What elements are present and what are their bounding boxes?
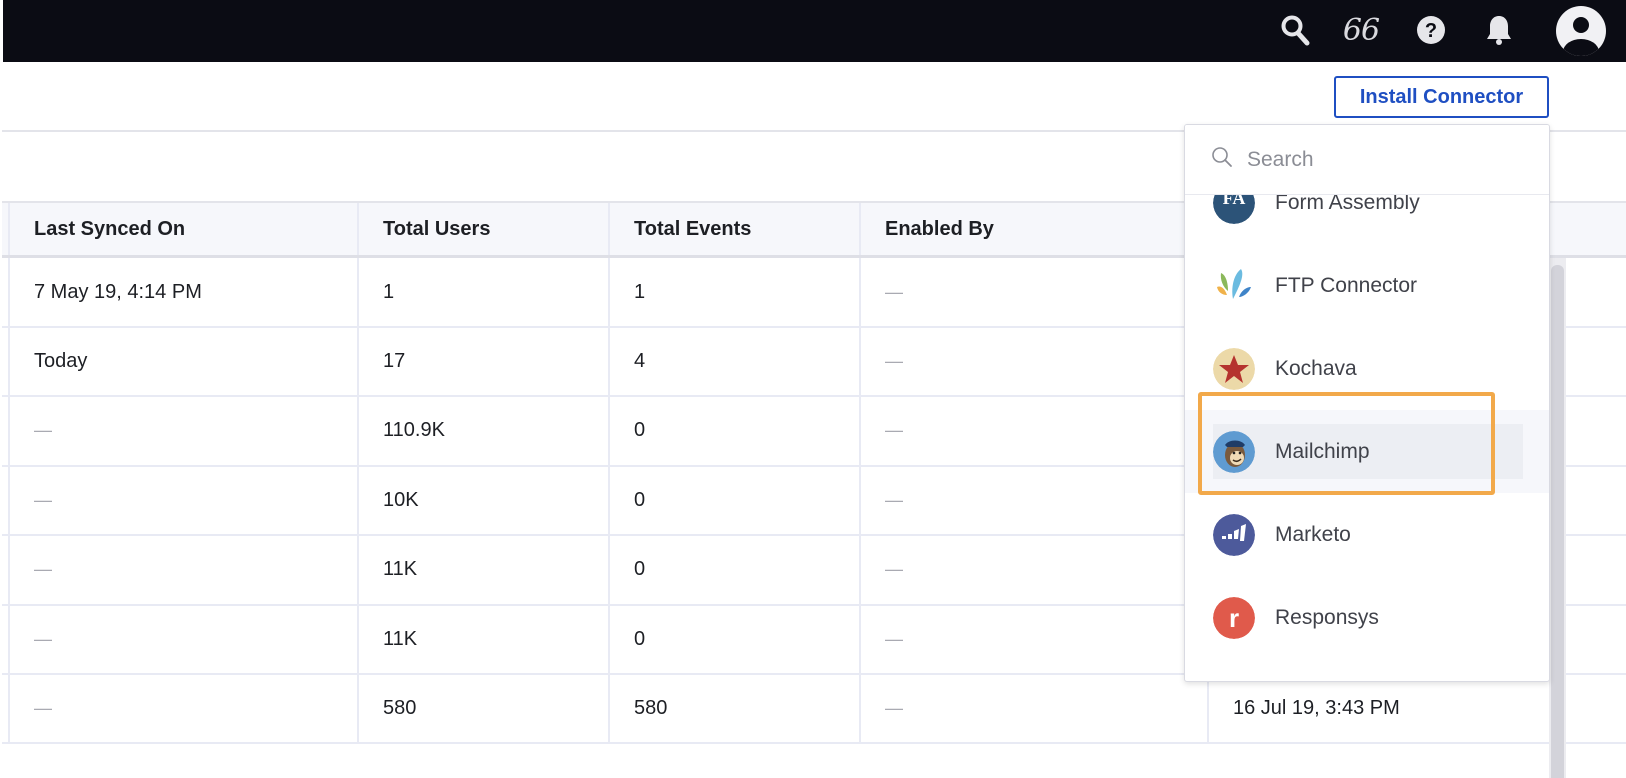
search-icon[interactable] — [1275, 10, 1315, 50]
connector-item-mailchimp[interactable]: Mailchimp — [1185, 410, 1549, 493]
table-row[interactable]: — 580 580 — 16 Jul 19, 3:43 PM — [2, 674, 1626, 745]
cell-enabled-by: — — [859, 535, 1207, 604]
cell-enabled-by: — — [859, 674, 1207, 743]
cell-last-synced: — — [8, 396, 357, 465]
cell-total-events: 0 — [608, 605, 859, 673]
cell-total-events: 580 — [608, 674, 859, 743]
cell-enabled-by: — — [859, 466, 1207, 535]
cell-last-synced: — — [8, 605, 357, 673]
column-header-total-events[interactable]: Total Events — [608, 203, 859, 255]
cell-last-synced: — — [8, 466, 357, 535]
cell-total-users: 580 — [357, 674, 608, 743]
cell-total-events: 0 — [608, 466, 859, 535]
connector-item-label: FTP Connector — [1275, 273, 1418, 297]
top-navigation-bar: 66 ? — [0, 0, 1626, 62]
cell-enabled-by: — — [859, 327, 1207, 396]
ftp-connector-icon — [1213, 265, 1255, 307]
help-icon[interactable]: ? — [1411, 10, 1451, 50]
cell-enabled-by: — — [859, 605, 1207, 673]
connector-search-input[interactable] — [1247, 147, 1527, 172]
cell-total-users: 1 — [357, 258, 608, 326]
cell-total-events: 0 — [608, 396, 859, 465]
svg-text:?: ? — [1425, 20, 1437, 42]
connector-item-responsys[interactable]: r Responsys — [1185, 576, 1549, 659]
connector-item-label: Marketo — [1275, 522, 1351, 546]
connector-search — [1185, 125, 1549, 195]
cell-enabled-by: — — [859, 258, 1207, 326]
cell-total-users: 10K — [357, 466, 608, 535]
install-connector-button[interactable]: Install Connector — [1334, 76, 1549, 118]
cell-total-events: 1 — [608, 258, 859, 326]
cell-enabled-by: — — [859, 396, 1207, 465]
cell-last-synced: — — [8, 535, 357, 604]
column-header-total-users[interactable]: Total Users — [357, 203, 608, 255]
responsys-icon: r — [1213, 596, 1255, 639]
cell-total-events: 0 — [608, 535, 859, 604]
connector-item-marketo[interactable]: Marketo — [1185, 493, 1549, 576]
cell-total-events: 4 — [608, 327, 859, 396]
column-header-enabled-by[interactable]: Enabled By — [859, 203, 1207, 255]
cell-total-users: 11K — [357, 535, 608, 604]
cell-total-users: 110.9K — [357, 396, 608, 465]
connector-dropdown: FA Form Assembly FTP Connector Kochava Mailc… — [1184, 124, 1550, 682]
cell-last-synced: — — [8, 674, 357, 743]
svg-text:r: r — [1229, 603, 1239, 633]
bell-icon[interactable] — [1479, 10, 1519, 50]
mailchimp-icon — [1213, 430, 1255, 473]
cell-total-users: 17 — [357, 327, 608, 396]
connector-item-label: Responsys — [1275, 605, 1379, 629]
quote-icon[interactable]: 66 — [1339, 10, 1383, 50]
cell-extra: 16 Jul 19, 3:43 PM — [1207, 674, 1562, 743]
kochava-icon — [1213, 347, 1255, 390]
column-header-last-synced[interactable]: Last Synced On — [8, 203, 357, 255]
connector-item-kochava[interactable]: Kochava — [1185, 327, 1549, 410]
cell-total-users: 11K — [357, 605, 608, 673]
connector-item-label: Mailchimp — [1275, 439, 1370, 463]
marketo-icon — [1213, 513, 1255, 556]
scrollbar-thumb[interactable] — [1551, 265, 1564, 778]
connector-item-label: Kochava — [1275, 356, 1357, 380]
connector-list: FA Form Assembly FTP Connector Kochava Mailc… — [1185, 125, 1549, 681]
connector-item-ftp-connector[interactable]: FTP Connector — [1185, 244, 1549, 327]
cell-last-synced: 7 May 19, 4:14 PM — [8, 258, 357, 326]
search-icon — [1211, 146, 1233, 173]
avatar[interactable] — [1556, 6, 1606, 56]
cell-last-synced: Today — [8, 327, 357, 396]
